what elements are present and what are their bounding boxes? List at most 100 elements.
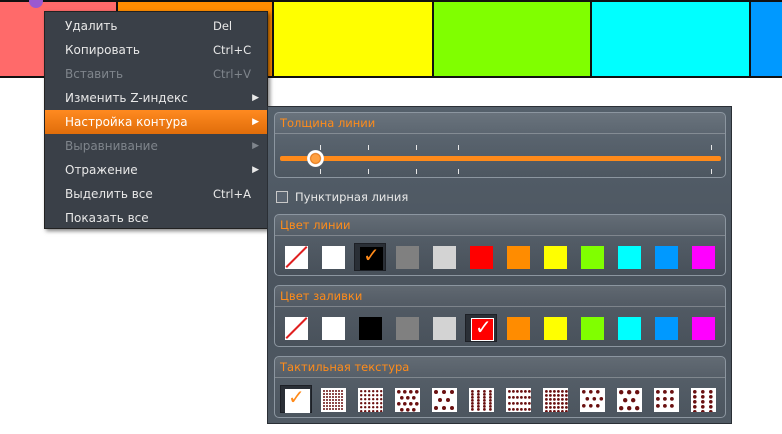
divider (275, 133, 725, 134)
texture-swatch-dots-pairs[interactable] (687, 385, 719, 414)
slider-tick (368, 169, 369, 174)
color-chip (581, 246, 604, 269)
fill-color-swatch[interactable] (391, 314, 423, 342)
texture-preview (321, 388, 346, 412)
fill-color-swatch[interactable] (576, 314, 608, 342)
line-color-swatch[interactable] (280, 243, 312, 271)
menu-item-show-all[interactable]: Показать все (45, 206, 267, 230)
fill-color-swatch[interactable] (428, 314, 460, 342)
fill-color-swatch[interactable] (613, 314, 645, 342)
dashed-line-checkbox[interactable] (276, 191, 288, 203)
texture-group: Тактильная текстура ✓ (274, 356, 726, 418)
line-color-swatch[interactable] (465, 243, 497, 271)
fill-color-swatches: ✓ (280, 314, 724, 342)
slider-tick (320, 169, 321, 174)
menu-item-shortcut: Ctrl+C (213, 43, 252, 57)
fill-color-swatch[interactable] (650, 314, 682, 342)
slider-tick (458, 169, 459, 174)
submenu-arrow-icon: ▶ (252, 93, 259, 103)
menu-item-align: Выравнивание ▶ (45, 134, 267, 158)
color-chip (618, 246, 641, 269)
line-width-slider-thumb[interactable] (307, 150, 325, 167)
color-chip (544, 317, 567, 340)
texture-swatch-dots-fine[interactable] (539, 385, 571, 413)
slider-tick (416, 169, 417, 174)
line-color-swatch[interactable] (502, 243, 534, 271)
color-chip (655, 317, 678, 340)
menu-item-label: Выравнивание (65, 139, 158, 153)
fill-color-swatch[interactable] (354, 314, 386, 342)
shape-cyan[interactable] (590, 0, 751, 78)
menu-item-copy[interactable]: Копировать Ctrl+C (45, 38, 267, 62)
line-color-swatch[interactable] (391, 243, 423, 271)
color-chip (322, 246, 345, 269)
fill-color-swatch[interactable] (317, 314, 349, 342)
fill-color-swatch[interactable] (502, 314, 534, 342)
divider (275, 306, 725, 307)
shape-blue[interactable] (749, 0, 782, 78)
dot-pattern-icon (397, 390, 419, 412)
color-chip (322, 317, 345, 340)
texture-swatch-none[interactable]: ✓ (280, 385, 312, 413)
group-title: Цвет заливки (280, 289, 363, 303)
texture-swatch-dots-scattered[interactable] (576, 385, 608, 413)
slider-tick (368, 145, 369, 150)
line-color-swatch[interactable] (613, 243, 645, 271)
texture-swatch-dense-grid[interactable] (317, 385, 349, 413)
menu-item-z-index[interactable]: Изменить Z-индекс ▶ (45, 86, 267, 110)
no-color-icon (285, 317, 308, 340)
dot-pattern-icon (360, 390, 383, 413)
shape-yellow[interactable] (272, 0, 434, 78)
line-color-swatch[interactable] (539, 243, 571, 271)
dot-pattern-icon (619, 390, 640, 411)
dot-pattern-icon (434, 390, 454, 410)
no-color-icon (285, 246, 308, 269)
line-color-swatch[interactable] (576, 243, 608, 271)
menu-item-label: Настройка контура (65, 115, 188, 129)
fill-color-swatch[interactable] (280, 314, 312, 342)
menu-item-select-all[interactable]: Выделить все Ctrl+A (45, 182, 267, 206)
texture-preview (395, 388, 420, 412)
line-color-swatch[interactable] (317, 243, 349, 271)
shape-green[interactable] (432, 0, 592, 78)
texture-preview (543, 388, 568, 413)
menu-item-outline-settings[interactable]: Настройка контура ▶ (45, 110, 267, 134)
group-title: Толщина линии (280, 116, 376, 130)
divider (275, 235, 725, 236)
fill-color-swatch[interactable]: ✓ (465, 314, 497, 342)
color-chip (544, 246, 567, 269)
menu-item-label: Удалить (65, 19, 118, 33)
texture-swatch-dots-columns[interactable] (465, 385, 497, 413)
texture-swatch-dots-rows[interactable] (502, 385, 534, 413)
texture-swatch-dots-big[interactable] (613, 385, 645, 413)
color-chip (618, 317, 641, 340)
color-chip (470, 246, 493, 269)
texture-swatch-dots-sparse[interactable] (428, 385, 460, 413)
dot-pattern-icon (693, 390, 713, 414)
submenu-arrow-icon: ▶ (252, 141, 259, 151)
context-menu: Удалить Del Копировать Ctrl+C Вставить C… (44, 11, 268, 229)
checkmark-icon: ✓ (363, 243, 380, 267)
line-color-swatch[interactable]: ✓ (354, 243, 386, 271)
dot-pattern-icon (323, 390, 343, 410)
line-color-swatch[interactable] (650, 243, 682, 271)
texture-swatch-dots-grid[interactable] (354, 385, 386, 413)
menu-item-paste: Вставить Ctrl+V (45, 62, 267, 86)
menu-item-delete[interactable]: Удалить Del (45, 14, 267, 38)
texture-swatch-dots-diagonal[interactable] (391, 385, 423, 413)
texture-swatch-dots-medium[interactable] (650, 385, 682, 413)
menu-item-shortcut: Ctrl+A (213, 187, 251, 201)
color-chip (507, 246, 530, 269)
slider-tick (416, 145, 417, 150)
dot-pattern-icon (582, 390, 604, 408)
checkmark-icon: ✓ (475, 315, 492, 339)
submenu-arrow-icon: ▶ (252, 165, 259, 175)
line-color-swatch[interactable] (687, 243, 719, 271)
fill-color-swatch[interactable] (539, 314, 571, 342)
line-width-slider-track[interactable] (280, 156, 721, 161)
fill-color-swatch[interactable] (687, 314, 719, 342)
line-color-swatch[interactable] (428, 243, 460, 271)
texture-swatches: ✓ (280, 385, 724, 414)
menu-item-flip[interactable]: Отражение ▶ (45, 158, 267, 182)
color-chip: ✓ (471, 315, 494, 341)
